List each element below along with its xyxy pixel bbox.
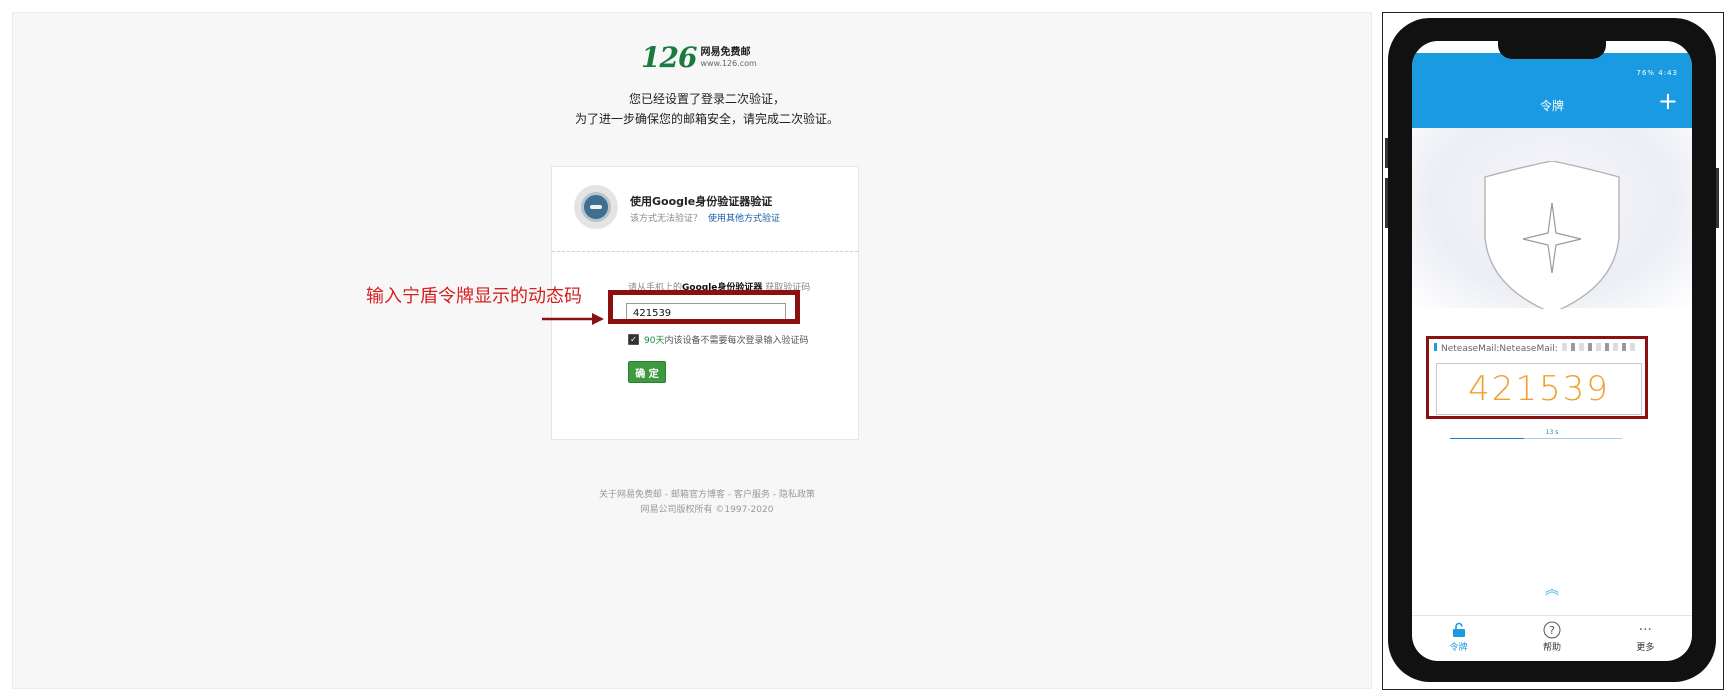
svg-text:?: ? bbox=[1549, 624, 1555, 637]
nav-help[interactable]: ? 帮助 bbox=[1505, 616, 1598, 661]
bottom-nav: 令牌 ? 帮助 ··· 更多 bbox=[1412, 615, 1692, 661]
remember-device[interactable]: ✓ 90天 内该设备不需要每次登录输入验证码 bbox=[628, 333, 808, 346]
phone-screen: 76% 4:43 令牌 + NeteaseMail:NeteaseMail: 4… bbox=[1412, 41, 1692, 661]
annotation-label: 输入宁盾令牌显示的动态码 bbox=[366, 286, 582, 307]
footer-copyright: 网易公司版权所有 ©1997-2020 bbox=[640, 505, 774, 515]
countdown-fill bbox=[1450, 438, 1524, 439]
phone-screenshot: 76% 4:43 令牌 + NeteaseMail:NeteaseMail: 4… bbox=[1382, 12, 1724, 690]
nav-more-label: 更多 bbox=[1636, 643, 1655, 653]
countdown-bar bbox=[1450, 438, 1622, 439]
logo-url: www.126.com bbox=[700, 58, 757, 68]
web-login-page: 126 网易免费邮 www.126.com 您已经设置了登录二次验证， 为了进一… bbox=[12, 12, 1372, 689]
plus-icon[interactable]: + bbox=[1658, 89, 1678, 113]
annotation-arrow-icon bbox=[542, 313, 604, 325]
confirm-button[interactable]: 确 定 bbox=[628, 361, 666, 383]
app-bar: 76% 4:43 令牌 + bbox=[1412, 53, 1692, 128]
method-subtitle: 该方式无法验证？ 使用其他方式验证 bbox=[630, 211, 780, 224]
chevron-up-icon[interactable]: ︽ bbox=[1412, 579, 1692, 599]
phone-body: 76% 4:43 令牌 + NeteaseMail:NeteaseMail: 4… bbox=[1385, 18, 1719, 682]
nav-help-label: 帮助 bbox=[1542, 643, 1561, 653]
method-sub-text: 该方式无法验证？ bbox=[630, 214, 703, 224]
shield-icon bbox=[1484, 161, 1620, 309]
nav-more[interactable]: ··· 更多 bbox=[1599, 616, 1692, 661]
status-bar: 76% 4:43 bbox=[1636, 69, 1678, 77]
method-header: 使用Google身份验证器验证 该方式无法验证？ 使用其他方式验证 bbox=[552, 167, 858, 252]
notice-line-1: 您已经设置了登录二次验证， bbox=[628, 92, 785, 106]
footer-links: 关于网易免费邮 - 邮箱官方博客 - 客户服务 - 隐私政策 bbox=[599, 490, 815, 500]
remember-days: 90天 bbox=[644, 336, 665, 346]
nav-token[interactable]: 令牌 bbox=[1412, 616, 1505, 661]
nav-token-label: 令牌 bbox=[1449, 643, 1468, 653]
phone-notch bbox=[1498, 41, 1606, 59]
logo-126: 126 网易免费邮 www.126.com bbox=[641, 41, 757, 74]
annotation-highlight-code bbox=[1426, 336, 1648, 419]
logo-number: 126 bbox=[641, 41, 697, 74]
annotation-highlight-input bbox=[608, 290, 800, 324]
logo-brand: 网易免费邮 bbox=[700, 46, 751, 58]
app-title: 令牌 bbox=[1539, 99, 1564, 113]
authenticator-icon bbox=[574, 185, 618, 229]
more-icon: ··· bbox=[1638, 622, 1652, 638]
help-icon: ? bbox=[1505, 620, 1598, 640]
remember-checkbox[interactable]: ✓ bbox=[628, 334, 639, 345]
verification-notice: 您已经设置了登录二次验证， 为了进一步确保您的邮箱安全，请完成二次验证。 bbox=[513, 89, 901, 129]
notice-line-2: 为了进一步确保您的邮箱安全，请完成二次验证。 bbox=[574, 112, 839, 126]
countdown-label: 13 s bbox=[1545, 429, 1559, 436]
other-method-link[interactable]: 使用其他方式验证 bbox=[708, 214, 780, 224]
lock-icon bbox=[1412, 620, 1505, 640]
remember-text: 内该设备不需要每次登录输入验证码 bbox=[664, 336, 809, 346]
method-title: 使用Google身份验证器验证 bbox=[630, 195, 773, 208]
